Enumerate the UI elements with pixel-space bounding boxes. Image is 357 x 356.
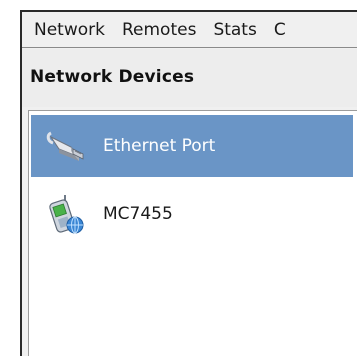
device-list: Ethernet Port MC7455 xyxy=(28,110,357,356)
menu-truncated[interactable]: C xyxy=(274,20,286,40)
device-label: Ethernet Port xyxy=(103,136,216,156)
device-item-mc7455[interactable]: MC7455 xyxy=(31,183,353,245)
ethernet-port-icon xyxy=(43,123,89,169)
network-devices-header: Network Devices xyxy=(22,49,357,107)
menu-stats[interactable]: Stats xyxy=(213,20,256,40)
app-window: Network Remotes Stats C Network Devices xyxy=(20,10,357,356)
wireless-modem-icon xyxy=(43,191,89,237)
device-label: MC7455 xyxy=(103,204,173,224)
menu-bar: Network Remotes Stats C xyxy=(22,12,357,48)
device-item-ethernet-port[interactable]: Ethernet Port xyxy=(31,115,353,177)
menu-remotes[interactable]: Remotes xyxy=(122,20,196,40)
menu-network[interactable]: Network xyxy=(34,20,105,40)
panel-title: Network Devices xyxy=(30,67,195,87)
